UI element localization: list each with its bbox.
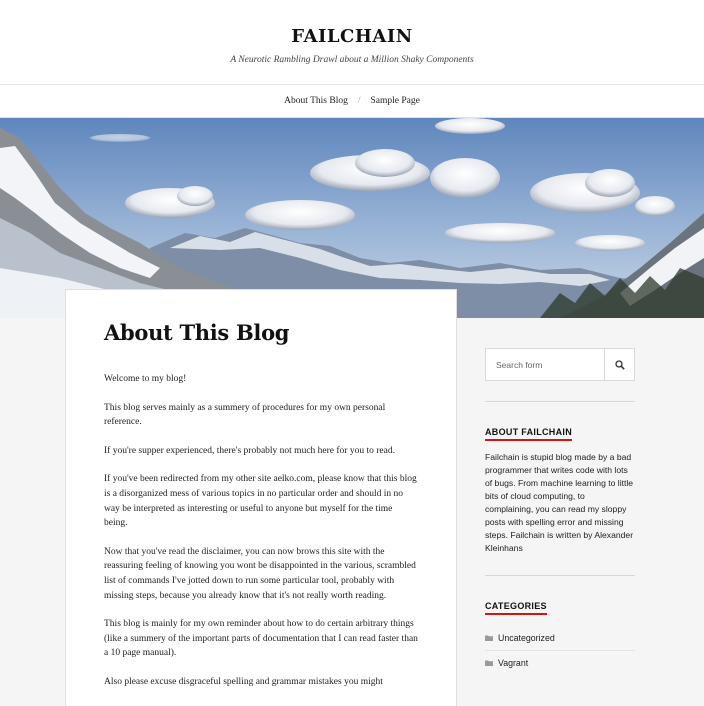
folder-icon — [485, 635, 493, 641]
post-article: About This Blog Welcome to my blog! This… — [65, 289, 457, 706]
post-paragraph: Now that you've read the disclaimer, you… — [104, 546, 416, 601]
categories-widget: CATEGORIES Uncategorized Vagrant — [485, 596, 635, 675]
about-widget: ABOUT FAILCHAIN Failchain is stupid blog… — [485, 422, 635, 555]
site-header: FAILCHAIN A Neurotic Rambling Drawl abou… — [0, 0, 704, 85]
post-paragraph: This blog is mainly for my own reminder … — [104, 619, 418, 659]
category-label[interactable]: Vagrant — [498, 658, 528, 668]
folder-icon — [485, 660, 493, 666]
sidebar: ABOUT FAILCHAIN Failchain is stupid blog… — [485, 348, 635, 675]
post-paragraph: If you're supper experienced, there's pr… — [104, 445, 395, 456]
category-item-uncategorized[interactable]: Uncategorized — [485, 625, 635, 650]
site-description: A Neurotic Rambling Drawl about a Millio… — [230, 55, 474, 65]
header-hero-image — [0, 118, 704, 318]
post-paragraph: This blog serves mainly as a summery of … — [104, 402, 386, 428]
search-form — [485, 348, 635, 381]
widget-divider — [485, 401, 635, 402]
page-title: About This Blog — [104, 320, 290, 345]
nav-item-about-this-blog[interactable]: About This Blog — [284, 96, 348, 106]
main-navigation: About This Blog / Sample Page — [0, 85, 704, 118]
post-paragraph: Welcome to my blog! — [104, 374, 187, 384]
category-item-vagrant[interactable]: Vagrant — [485, 650, 635, 675]
search-icon — [614, 359, 625, 370]
category-label[interactable]: Uncategorized — [498, 633, 555, 643]
post-paragraph: If you've been redirected from my other … — [104, 474, 417, 529]
search-input[interactable] — [486, 349, 604, 380]
nav-item-sample-page[interactable]: Sample Page — [371, 96, 420, 106]
post-content: Welcome to my blog! This blog serves mai… — [104, 372, 418, 690]
mountain-landscape-image — [0, 118, 704, 318]
search-button[interactable] — [604, 349, 634, 380]
about-widget-text: Failchain is stupid blog made by a bad p… — [485, 452, 634, 553]
nav-separator: / — [357, 96, 361, 106]
about-widget-title: ABOUT FAILCHAIN — [485, 427, 572, 441]
categories-widget-title: CATEGORIES — [485, 601, 547, 615]
widget-divider — [485, 575, 635, 576]
post-paragraph: Also please excuse disgraceful spelling … — [104, 676, 383, 687]
site-title[interactable]: FAILCHAIN — [0, 26, 704, 47]
